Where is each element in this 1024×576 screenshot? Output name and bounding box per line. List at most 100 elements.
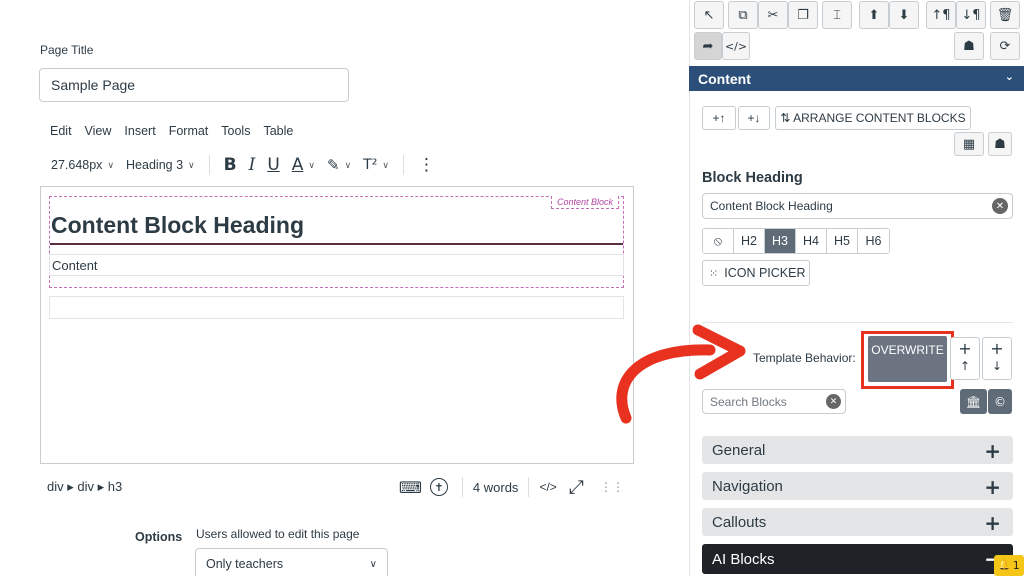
bold-icon[interactable]: B (218, 152, 243, 178)
icon-picker-button[interactable]: ⁙ ICON PICKER (702, 260, 810, 286)
chevron-down-icon: ∨ (308, 159, 315, 170)
insert-block-above-button[interactable]: +↑ (702, 106, 736, 130)
chevron-down-icon: ⌄ (1004, 70, 1014, 83)
text-color-button[interactable]: A ∨ (286, 152, 321, 178)
copy-icon[interactable]: ⧉ (728, 1, 758, 29)
statusbar-divider (528, 477, 530, 497)
menu-view[interactable]: View (85, 124, 112, 138)
arrow-down-icon: ↓ (991, 359, 1003, 373)
code-view-icon[interactable]: </> (539, 480, 556, 494)
menu-format[interactable]: Format (169, 124, 209, 138)
text-color-icon: A (291, 155, 304, 175)
page-title-input[interactable] (39, 68, 349, 102)
heading-rule (50, 243, 623, 245)
options-label: Options (135, 530, 183, 544)
move-down-icon[interactable]: ⬇ (889, 1, 919, 29)
heading-level-group: ⦸ H2 H3 H4 H5 H6 (702, 228, 890, 254)
heading-h4-button[interactable]: H4 (796, 229, 827, 253)
refresh-icon[interactable]: ⟳ (990, 32, 1020, 60)
accordion-ai-blocks[interactable]: AI Blocks − (702, 544, 1013, 574)
heading-h5-button[interactable]: H5 (827, 229, 858, 253)
font-size-select[interactable]: 27.648px ∨ (45, 152, 120, 178)
italic-icon[interactable]: I (243, 152, 262, 178)
menu-table[interactable]: Table (263, 124, 293, 138)
block-format-value: Heading 3 (126, 158, 184, 172)
insert-below-icon[interactable]: ↓¶ (956, 1, 986, 29)
chevron-down-icon: ∨ (369, 558, 377, 570)
content-block-heading[interactable]: Content Block Heading (51, 212, 304, 239)
code-icon[interactable]: </> (722, 32, 750, 60)
content-section-title: Content (698, 70, 751, 87)
cut-icon[interactable]: ✂ (758, 1, 788, 29)
no-heading-icon[interactable]: ⦸ (703, 229, 734, 253)
plus-icon: + (990, 339, 1004, 358)
element-path[interactable]: div ▸ div ▸ h3 (47, 479, 122, 495)
underline-icon[interactable]: U (261, 152, 285, 178)
block-heading-input[interactable]: Content Block Heading ✕ (702, 193, 1013, 219)
accordion-navigation[interactable]: Navigation + (702, 472, 1013, 500)
annotation-arrow-icon (616, 324, 746, 424)
resize-handle-icon[interactable]: ⋮⋮ (600, 480, 624, 494)
ghost-icon[interactable]: ☗ (988, 132, 1012, 156)
plus-icon: + (984, 475, 1001, 499)
template-behavior-label: Template Behavior: (753, 351, 856, 365)
redo-icon[interactable]: ➦ (694, 32, 722, 60)
paste-icon[interactable]: ❐ (788, 1, 818, 29)
menu-insert[interactable]: Insert (124, 124, 155, 138)
editor-statusbar: div ▸ div ▸ h3 ⌨ ✝ 4 words </> ⤢ ⋮⋮ (40, 472, 634, 502)
menu-tools[interactable]: Tools (221, 124, 250, 138)
superscript-icon: T² (363, 157, 378, 173)
toolbar-divider (208, 155, 210, 175)
clear-format-icon[interactable]: ⌶ (822, 1, 852, 29)
insert-above-icon[interactable]: ↑¶ (926, 1, 956, 29)
empty-paragraph[interactable] (49, 296, 624, 319)
block-heading-label: Block Heading (702, 170, 803, 186)
content-paragraph[interactable]: Content (49, 254, 624, 276)
chevron-down-icon: ∨ (382, 159, 389, 170)
accordion-navigation-label: Navigation (712, 477, 783, 495)
add-below-button[interactable]: + ↓ (982, 337, 1012, 380)
insert-block-below-button[interactable]: +↓ (738, 106, 770, 130)
plus-icon: + (984, 511, 1001, 535)
block-heading-value: Content Block Heading (710, 199, 833, 213)
icon-picker-icon: ⁙ (709, 266, 719, 280)
delete-icon[interactable]: 🗑 (990, 1, 1020, 29)
chevron-down-icon: ∨ (107, 159, 115, 170)
select-icon[interactable]: ↖ (694, 1, 724, 29)
clear-icon[interactable]: ✕ (992, 198, 1008, 214)
ghost-icon[interactable]: ☗ (954, 32, 984, 60)
course-icon[interactable]: © (988, 389, 1012, 414)
menu-edit[interactable]: Edit (50, 124, 72, 138)
move-up-icon[interactable]: ⬆ (859, 1, 889, 29)
superscript-button[interactable]: T² ∨ (357, 152, 395, 178)
bell-icon: 🔔 (998, 560, 1011, 571)
users-allowed-value: Only teachers (206, 557, 284, 571)
heading-h2-button[interactable]: H2 (734, 229, 765, 253)
heading-h3-button[interactable]: H3 (765, 229, 796, 253)
accessibility-icon[interactable]: ✝ (429, 478, 448, 496)
accordion-general[interactable]: General + (702, 436, 1013, 464)
highlight-button[interactable]: ✎ ∨ (321, 152, 357, 178)
more-icon[interactable]: ⋮ (412, 152, 441, 178)
font-size-value: 27.648px (51, 158, 103, 172)
word-count[interactable]: 4 words (473, 480, 519, 495)
notification-count: 1 (1012, 559, 1020, 572)
arrow-up-icon: ↑ (959, 359, 971, 373)
toolbar-divider (402, 155, 404, 175)
fullscreen-icon[interactable]: ⤢ (569, 476, 584, 498)
content-section-header[interactable]: Content ⌄ (689, 66, 1024, 91)
keyboard-icon[interactable]: ⌨ (399, 478, 422, 497)
accordion-callouts[interactable]: Callouts + (702, 508, 1013, 536)
institution-icon[interactable]: 🏛 (960, 389, 987, 414)
overwrite-button[interactable]: OVERWRITE (868, 336, 947, 382)
page-title-label: Page Title (40, 43, 94, 57)
clear-icon[interactable]: ✕ (826, 394, 841, 409)
arrange-content-blocks-button[interactable]: ⇅ ARRANGE CONTENT BLOCKS (775, 106, 971, 130)
add-above-button[interactable]: + ↑ (950, 337, 980, 380)
block-format-select[interactable]: Heading 3 ∨ (120, 152, 201, 178)
bank-icon[interactable]: ▦ (954, 132, 984, 156)
notification-badge[interactable]: 🔔 1 (994, 555, 1024, 576)
heading-h6-button[interactable]: H6 (858, 229, 889, 253)
users-allowed-select[interactable]: Only teachers ∨ (195, 548, 388, 576)
accordion-ai-blocks-label: AI Blocks (712, 550, 775, 568)
